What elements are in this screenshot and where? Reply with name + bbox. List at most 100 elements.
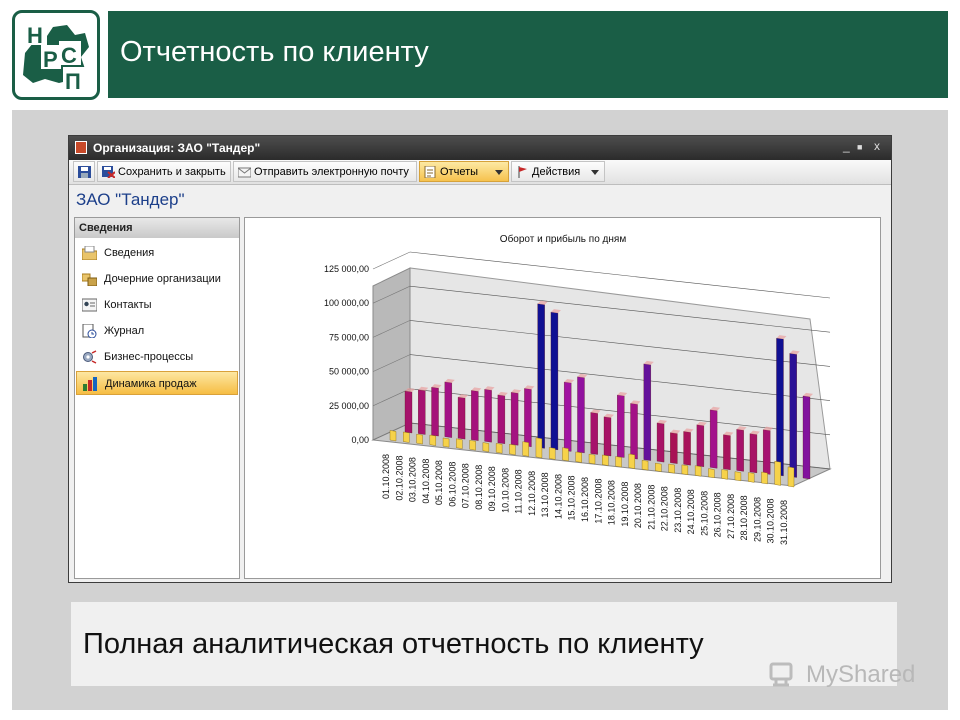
bar-turnover — [656, 422, 665, 463]
slide-caption: Полная аналитическая отчетность по клиен… — [83, 628, 704, 660]
x-tick-label: 17.10.2008 — [593, 479, 603, 524]
x-tick-label: 28.10.2008 — [739, 495, 749, 540]
bar-profit — [575, 451, 582, 463]
bar-turnover — [484, 389, 492, 443]
x-tick-label: 19.10.2008 — [620, 482, 630, 527]
x-tick-label: 16.10.2008 — [580, 477, 590, 522]
bar-turnover — [471, 390, 479, 441]
x-tick-label: 22.10.2008 — [660, 486, 670, 531]
bar-turnover — [444, 381, 452, 438]
bar-turnover — [497, 394, 506, 444]
sidebar-item-label: Дочерние организации — [104, 273, 221, 285]
y-tick-label: 50 000,00 — [329, 367, 369, 377]
sidebar-item-business-processes[interactable]: Бизнес-процессы — [76, 345, 238, 369]
sidebar-item-sales-dynamics[interactable]: Динамика продаж — [76, 371, 238, 395]
bar-turnover — [537, 303, 545, 449]
folder-icon — [82, 246, 97, 260]
journal-icon — [82, 324, 97, 338]
bar-profit — [509, 443, 516, 456]
watermark-text: MyShared — [806, 661, 916, 688]
bar-profit — [562, 447, 569, 462]
y-tick-label: 100 000,00 — [324, 298, 369, 308]
sidebar-header: Сведения — [75, 218, 239, 238]
bar-profit — [721, 469, 728, 480]
flag-icon — [518, 166, 527, 178]
bar-profit — [734, 471, 742, 482]
x-tick-label: 04.10.2008 — [421, 459, 431, 504]
bar-turnover — [763, 429, 771, 475]
sidebar-item-journal[interactable]: Журнал — [76, 319, 238, 343]
chart-panel: Оборот и прибыль по дням 0,00 25 000,00 50… — [244, 217, 881, 579]
x-tick-label: 07.10.2008 — [461, 463, 471, 508]
bar-chart-icon — [83, 377, 97, 391]
bar-profit — [761, 471, 768, 485]
x-tick-label: 11.10.2008 — [514, 469, 524, 513]
bar-turnover — [789, 353, 797, 478]
save-close-label: Сохранить и закрыть — [118, 166, 226, 178]
close-button[interactable]: x — [874, 139, 880, 153]
chart-left-wall — [372, 267, 411, 441]
maximize-button[interactable]: ■ — [857, 142, 862, 152]
x-tick-label: 08.10.2008 — [474, 465, 484, 510]
y-tick-label: 25 000,00 — [329, 401, 369, 411]
bar-profit — [429, 434, 436, 446]
sidebar-item-info[interactable]: Сведения — [76, 241, 238, 265]
page-title: Отчетность по клиенту — [120, 36, 429, 68]
sidebar-item-contacts[interactable]: Контакты — [76, 293, 238, 317]
bar-turnover — [617, 394, 625, 458]
bar-turnover — [670, 432, 678, 464]
bar-turnover — [603, 416, 612, 457]
x-tick-label: 20.10.2008 — [633, 483, 643, 528]
reports-menu-button[interactable]: Отчеты — [419, 161, 509, 182]
bar-turnover — [418, 389, 426, 435]
x-tick-label: 23.10.2008 — [673, 488, 683, 533]
bar-turnover — [524, 388, 532, 447]
bar-profit — [641, 460, 649, 471]
window-titlebar[interactable]: Организация: ЗАО "Тандер" _ ■ x — [69, 136, 891, 160]
bar-turnover — [577, 376, 585, 454]
x-tick-label: 06.10.2008 — [447, 462, 457, 507]
bar-turnover — [457, 396, 466, 440]
bar-profit — [469, 440, 476, 451]
x-tick-label: 14.10.2008 — [553, 474, 563, 519]
send-email-label: Отправить электронную почту — [254, 166, 409, 178]
bar-profit — [694, 465, 702, 477]
y-tick-label: 75 000,00 — [329, 332, 369, 342]
bar-turnover — [802, 395, 811, 480]
gear-process-icon — [83, 350, 97, 364]
x-tick-label: 09.10.2008 — [487, 466, 497, 511]
save-button[interactable] — [73, 161, 95, 182]
bar-profit — [456, 438, 463, 449]
bar-profit — [588, 453, 596, 465]
bar-profit — [442, 437, 450, 448]
contact-card-icon — [82, 298, 97, 312]
send-email-button[interactable]: Отправить электронную почту — [233, 161, 417, 182]
bar-turnover — [550, 311, 559, 451]
y-tick-label: 125 000,00 — [324, 264, 369, 274]
toolbar: Сохранить и закрыть Отправить электронну… — [69, 160, 891, 185]
bar-profit — [549, 447, 556, 460]
minimize-button[interactable]: _ — [843, 139, 850, 153]
logo-letter-3: Р — [43, 47, 58, 72]
watermark: MyShared — [768, 660, 938, 690]
logo-graphic: Н С Р П — [23, 21, 89, 94]
actions-menu-button[interactable]: Действия — [511, 161, 605, 182]
bar-profit — [748, 472, 755, 483]
sidebar-item-subsidiaries[interactable]: Дочерние организации — [76, 267, 238, 291]
x-tick-label: 31.10.2008 — [779, 500, 789, 545]
sidebar-item-label: Контакты — [104, 299, 152, 311]
save-close-button[interactable]: Сохранить и закрыть — [97, 161, 231, 182]
bar-turnover — [709, 409, 718, 469]
x-tick-label: 25.10.2008 — [699, 491, 709, 536]
x-tick-label: 01.10.2008 — [381, 454, 391, 499]
bar-profit — [482, 442, 490, 452]
bar-turnover — [630, 403, 638, 460]
branches-icon — [82, 273, 97, 286]
bar-profit — [668, 463, 675, 474]
bar-turnover — [510, 392, 519, 446]
bar-profit — [628, 453, 635, 469]
bar-turnover — [590, 412, 598, 455]
x-tick-label: 10.10.2008 — [500, 468, 510, 513]
bar-turnover — [431, 387, 439, 437]
bar-profit — [708, 468, 715, 479]
